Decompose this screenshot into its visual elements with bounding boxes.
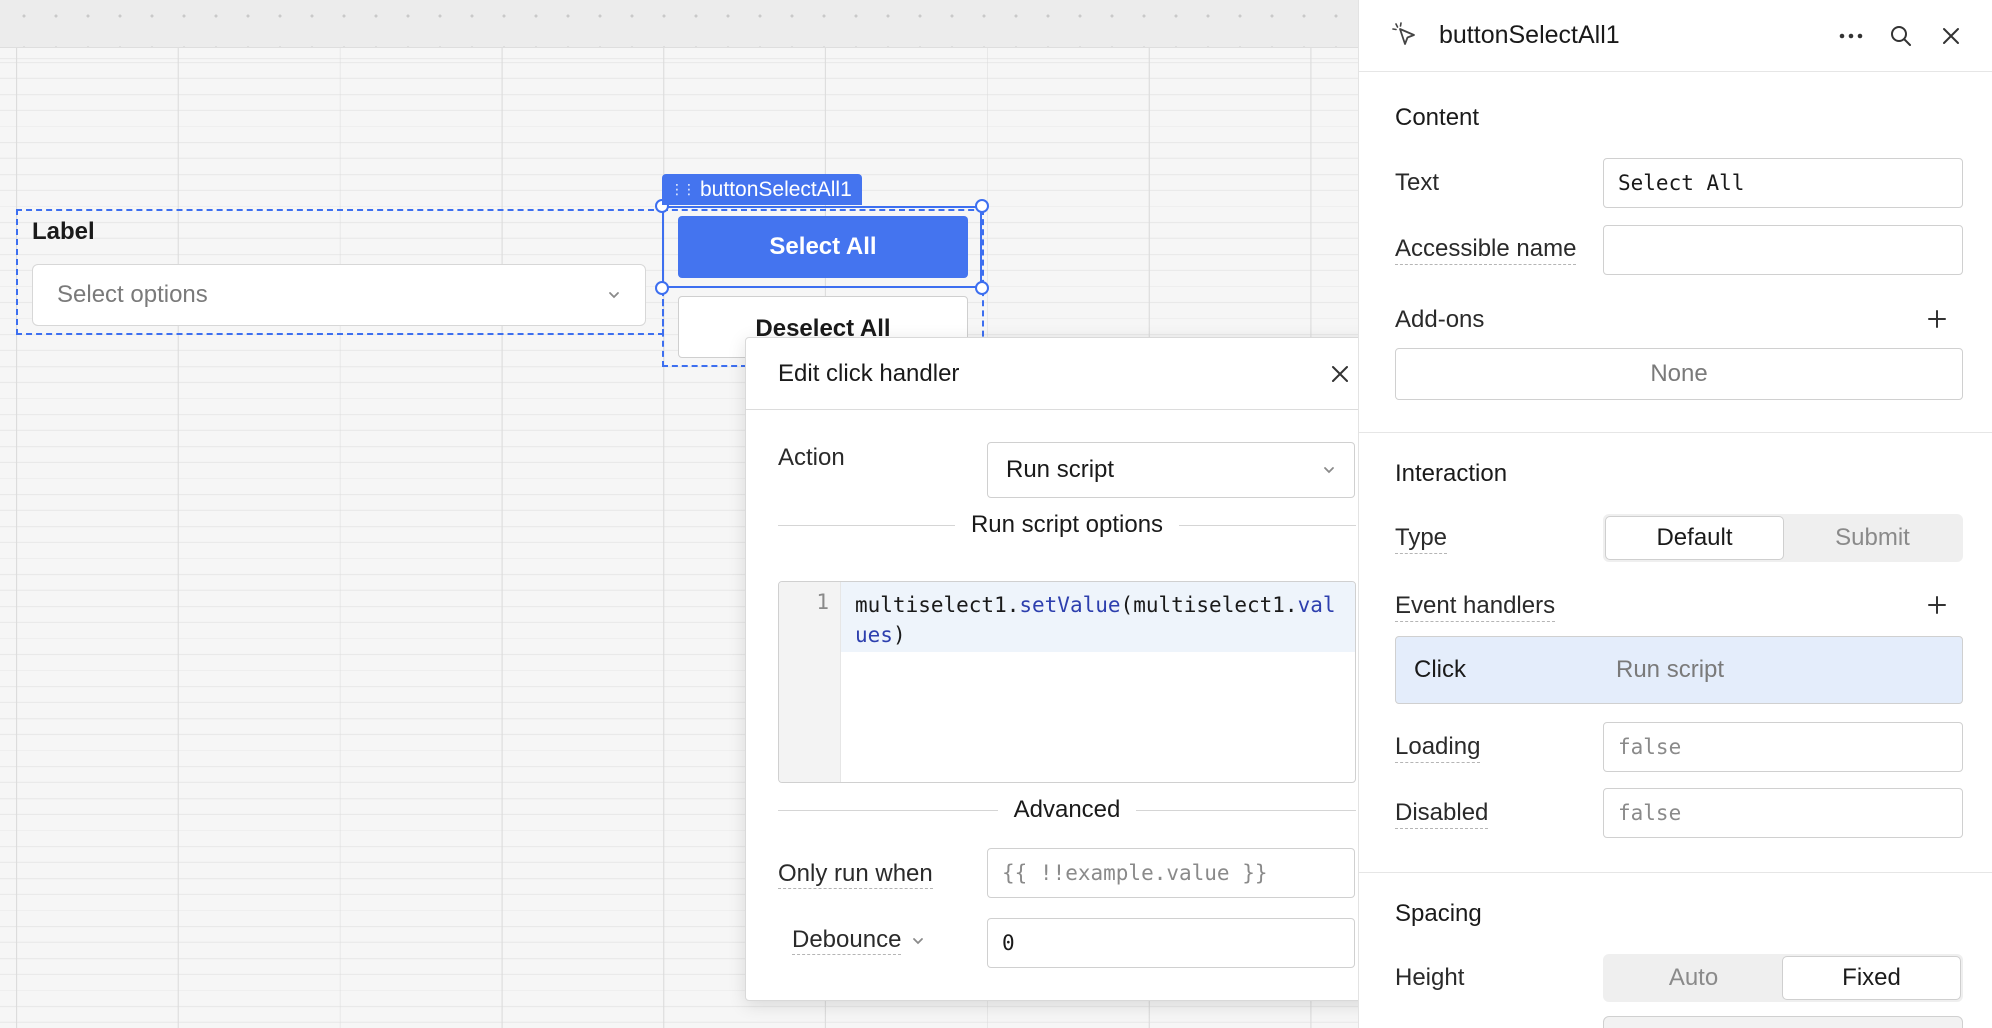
action-select-value: Run script [1006,456,1115,483]
chevron-down-icon [609,292,619,299]
loading-value: false [1618,735,1682,759]
inspector-panel: buttonSelectAll1 Content Text Select All… [1358,0,1992,1028]
component-name: buttonSelectAll1 [700,177,852,201]
multiselect-label: Label [32,218,95,245]
add-ons-label: Add-ons [1395,306,1485,333]
disabled-value: false [1618,801,1682,825]
add-ons-value: None [1650,360,1708,387]
action-label: Action [778,444,845,471]
only-run-when-placeholder: {{ !!example.value }} [1002,861,1268,885]
type-option-submit[interactable]: Submit [1784,516,1961,560]
drag-handle-icon[interactable]: ⋮⋮ [670,181,696,198]
spacing-section-title: Spacing [1395,900,1482,927]
accessible-name-input[interactable] [1603,225,1963,275]
height-option-fixed[interactable]: Fixed [1782,956,1961,1000]
advanced-heading: Advanced [1013,796,1121,823]
advanced-divider: Advanced [778,796,1356,824]
component-name-tag[interactable]: ⋮⋮ buttonSelectAll1 [662,174,862,205]
only-run-when-input[interactable]: {{ !!example.value }} [987,848,1355,898]
inspector-title: buttonSelectAll1 [1439,21,1620,49]
code-line[interactable]: multiselect1.setValue(multiselect1.value… [855,590,1345,650]
text-input[interactable]: Select All [1603,158,1963,208]
more-options-icon[interactable] [1833,18,1869,54]
type-segmented-control[interactable]: Default Submit [1603,514,1963,562]
selection-box [662,206,982,288]
accessible-name-label: Accessible name [1395,235,1577,265]
event-handler-action: Run script [1616,656,1725,683]
event-handlers-label: Event handlers [1395,592,1556,622]
canvas-header-bar [0,0,1358,48]
resize-handle-bottom-right[interactable] [975,281,989,295]
add-ons-box[interactable]: None [1395,348,1963,400]
script-code-editor[interactable]: 1 multiselect1.setValue(multiselect1.val… [778,581,1356,783]
resize-handle-top-right[interactable] [975,199,989,213]
interaction-section-title: Interaction [1395,460,1508,487]
loading-input[interactable]: false [1603,722,1963,772]
height-segmented-control[interactable]: Auto Fixed [1603,954,1963,1002]
chevron-down-icon [913,937,924,944]
event-handler-row[interactable]: Click Run script [1395,636,1963,704]
multiselect-placeholder: Select options [57,281,208,308]
disabled-input[interactable]: false [1603,788,1963,838]
multiselect-input[interactable]: Select options [32,264,646,326]
resize-handle-bottom-left[interactable] [655,281,669,295]
close-icon[interactable] [1326,360,1354,388]
close-icon[interactable] [1933,18,1969,54]
chevron-down-icon [1324,467,1334,474]
cursor-click-icon [1392,21,1415,45]
inspector-header: buttonSelectAll1 [1359,0,1992,72]
line-number: 1 [816,590,829,614]
section-divider [1359,872,1992,873]
only-run-when-label: Only run when [778,860,933,889]
next-field-partial [1603,1016,1963,1028]
content-section-title: Content [1395,104,1480,131]
section-divider [1359,432,1992,433]
debounce-label: Debounce [792,926,902,955]
type-option-default[interactable]: Default [1605,516,1784,560]
add-event-handler-plus-icon[interactable] [1923,591,1951,619]
loading-label: Loading [1395,733,1481,763]
action-select[interactable]: Run script [987,442,1355,498]
search-icon[interactable] [1883,18,1919,54]
text-input-value: Select All [1618,171,1745,195]
add-addon-plus-icon[interactable] [1923,305,1951,333]
height-label: Height [1395,964,1465,991]
debounce-value: 0 [1002,931,1015,955]
run-script-options-heading: Run script options [970,511,1164,538]
text-label: Text [1395,169,1440,196]
modal-title: Edit click handler [778,359,960,387]
edit-click-handler-modal: Edit click handler Action Run script Run… [745,337,1387,1001]
debounce-dropdown[interactable]: Debounce [778,926,925,955]
event-handler-event: Click [1414,656,1466,683]
run-script-options-divider: Run script options [778,511,1356,539]
modal-header: Edit click handler [746,338,1386,410]
height-option-auto[interactable]: Auto [1605,956,1782,1000]
disabled-label: Disabled [1395,799,1489,829]
debounce-input[interactable]: 0 [987,918,1355,968]
type-label: Type [1395,524,1448,554]
